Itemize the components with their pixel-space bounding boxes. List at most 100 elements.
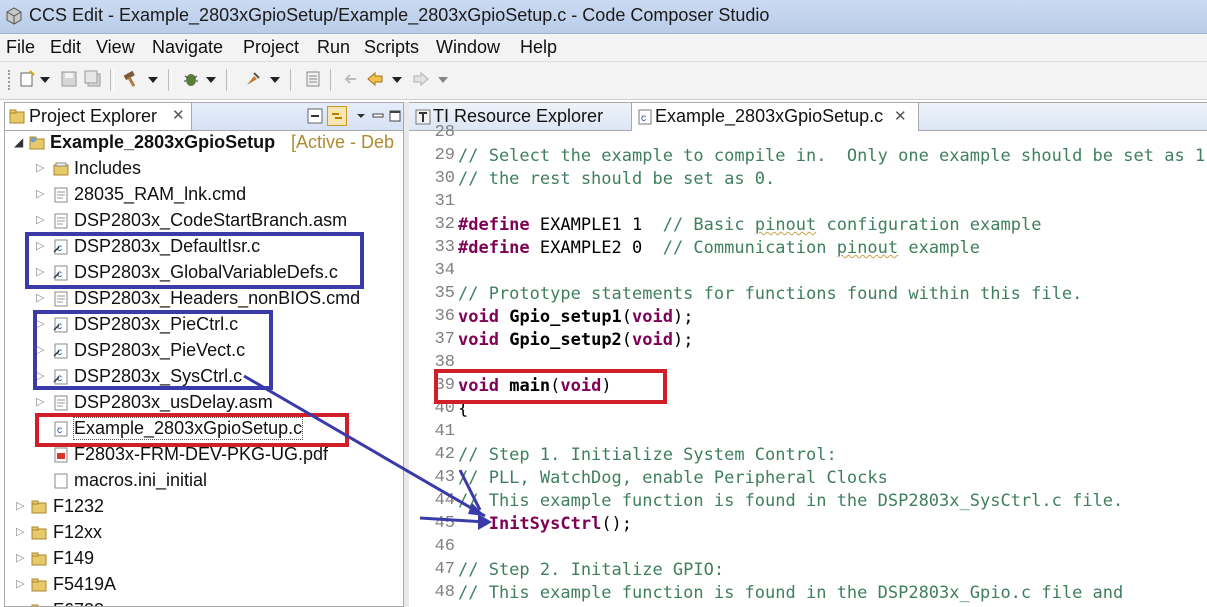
code-line[interactable]: #define EXAMPLE2 0 // Communication pino… — [458, 238, 980, 258]
code-line[interactable]: void Gpio_setup2(void); — [458, 330, 693, 350]
tree-item[interactable]: ▷ c DSP2803x_SysCtrl.c — [5, 365, 403, 391]
debug-bug-icon[interactable] — [182, 70, 200, 88]
toolbar-grip[interactable] — [8, 70, 13, 90]
code-line[interactable]: void Gpio_setup1(void); — [458, 307, 693, 327]
tree-item-label: DSP2803x_PieVect.c — [74, 340, 246, 360]
close-icon[interactable]: ✕ — [172, 106, 185, 124]
menu-window[interactable]: Window — [436, 37, 500, 58]
svg-text:c: c — [57, 425, 62, 436]
new-icon[interactable] — [18, 70, 36, 88]
tab-example-gpio-setup-c[interactable]: c Example_2803xGpioSetup.c ✕ — [631, 103, 919, 131]
project-label: F6723 — [53, 600, 104, 606]
build-hammer-icon[interactable] — [122, 70, 140, 88]
open-perspective-icon[interactable] — [304, 70, 322, 88]
menu-run[interactable]: Run — [317, 37, 350, 58]
project-row[interactable]: ▷ F12xx — [5, 521, 403, 547]
code-line[interactable]: // Select the example to compile in. Onl… — [458, 146, 1205, 166]
close-tab-icon[interactable]: ✕ — [894, 107, 907, 125]
collapsed-arrow-icon[interactable]: ▷ — [16, 577, 24, 590]
maximize-icon[interactable] — [387, 108, 403, 124]
collapsed-arrow-icon[interactable]: ▷ — [36, 291, 44, 304]
menu-project[interactable]: Project — [243, 37, 299, 58]
project-explorer-panel: Project Explorer ✕ ◢ Example_2803xGpioSe… — [4, 102, 404, 607]
collapsed-arrow-icon[interactable]: ▷ — [16, 551, 24, 564]
project-icon — [29, 136, 45, 150]
project-root-row[interactable]: ◢ Example_2803xGpioSetup [Active - Deb — [5, 131, 403, 157]
collapsed-arrow-icon[interactable]: ▷ — [36, 213, 44, 226]
tree-item-label: DSP2803x_CodeStartBranch.asm — [74, 210, 348, 230]
tree-item[interactable]: ▷ DSP2803x_Headers_nonBIOS.cmd — [5, 287, 403, 313]
code-line[interactable]: #define EXAMPLE1 1 // Basic pinout confi… — [458, 215, 1041, 235]
tree-item[interactable]: ▷ c DSP2803x_PieVect.c — [5, 339, 403, 365]
line-number: 28 — [434, 123, 455, 142]
menu-edit[interactable]: Edit — [50, 37, 81, 58]
project-row[interactable]: ▷ F5419A — [5, 573, 403, 599]
tree-item[interactable]: ▷ c DSP2803x_DefaultIsr.c — [5, 235, 403, 261]
tree-item[interactable]: ▷F2803x-FRM-DEV-PKG-UG.pdf — [5, 443, 403, 469]
back-dropdown-icon[interactable] — [392, 77, 402, 83]
tab-project-explorer[interactable]: Project Explorer ✕ — [5, 103, 192, 130]
new-dropdown-icon[interactable] — [40, 77, 50, 83]
line-number: 33 — [434, 238, 455, 257]
line-number: 36 — [434, 307, 455, 326]
link-with-editor-icon[interactable] — [327, 106, 347, 126]
code-line[interactable]: // the rest should be set as 0. — [458, 169, 775, 189]
forward-arrow-icon[interactable] — [412, 70, 430, 88]
collapsed-arrow-icon[interactable]: ▷ — [16, 499, 24, 512]
code-line[interactable]: void main(void) — [458, 376, 612, 396]
collapsed-arrow-icon[interactable]: ▷ — [36, 317, 44, 330]
code-line[interactable]: // PLL, WatchDog, enable Peripheral Cloc… — [458, 468, 888, 488]
project-explorer-tabbar: Project Explorer ✕ — [5, 103, 403, 131]
code-line[interactable]: // This example function is found in the… — [458, 583, 1123, 603]
menu-scripts[interactable]: Scripts — [364, 37, 419, 58]
code-line[interactable]: InitSysCtrl(); — [458, 514, 632, 534]
debug-dropdown-icon[interactable] — [206, 77, 216, 83]
project-row[interactable]: ▷ F6723 — [5, 599, 403, 606]
flash-dropdown-icon[interactable] — [270, 77, 280, 83]
menu-help[interactable]: Help — [520, 37, 557, 58]
tree-item[interactable]: ▷ c DSP2803x_PieCtrl.c — [5, 313, 403, 339]
minimize-icon[interactable] — [370, 108, 386, 124]
collapsed-arrow-icon[interactable]: ▷ — [36, 187, 44, 200]
collapsed-arrow-icon[interactable]: ▷ — [36, 161, 44, 174]
build-dropdown-icon[interactable] — [148, 77, 158, 83]
collapsed-arrow-icon[interactable]: ▷ — [16, 525, 24, 538]
tree-item[interactable]: ▷macros.ini_initial — [5, 469, 403, 495]
tree-item[interactable]: ▷cExample_2803xGpioSetup.c — [5, 417, 403, 443]
code-line[interactable]: // This example function is found in the… — [458, 491, 1123, 511]
collapsed-arrow-icon[interactable]: ▷ — [36, 343, 44, 356]
menu-navigate[interactable]: Navigate — [152, 37, 223, 58]
collapsed-arrow-icon[interactable]: ▷ — [36, 265, 44, 278]
view-menu-icon[interactable] — [353, 108, 369, 124]
tree-item[interactable]: ▷ DSP2803x_CodeStartBranch.asm — [5, 209, 403, 235]
save-icon[interactable] — [60, 70, 78, 88]
menu-file[interactable]: File — [6, 37, 35, 58]
code-line[interactable]: { — [458, 399, 468, 419]
code-line[interactable]: // Prototype statements for functions fo… — [458, 284, 1082, 304]
menu-view[interactable]: View — [96, 37, 135, 58]
back-arrow-icon[interactable] — [366, 70, 384, 88]
tree-item[interactable]: ▷ DSP2803x_usDelay.asm — [5, 391, 403, 417]
code-line[interactable]: // Step 2. Initalize GPIO: — [458, 560, 724, 580]
asm-file-icon — [54, 395, 68, 411]
tree-item[interactable]: ▷ 28035_RAM_lnk.cmd — [5, 183, 403, 209]
project-label: F1232 — [53, 496, 105, 516]
flash-tool-icon[interactable] — [244, 70, 262, 88]
expanded-arrow-icon[interactable]: ◢ — [14, 135, 23, 149]
collapsed-arrow-icon[interactable]: ▷ — [16, 603, 24, 606]
tree-item[interactable]: ▷ Includes — [5, 157, 403, 183]
collapsed-arrow-icon[interactable]: ▷ — [36, 395, 44, 408]
save-all-icon[interactable] — [84, 70, 102, 88]
collapse-all-icon[interactable] — [307, 108, 323, 124]
collapsed-arrow-icon[interactable]: ▷ — [36, 239, 44, 252]
last-edit-location-icon[interactable] — [342, 70, 360, 88]
project-folder-icon — [31, 552, 47, 566]
project-row[interactable]: ▷ F149 — [5, 547, 403, 573]
collapsed-arrow-icon[interactable]: ▷ — [36, 369, 44, 382]
forward-dropdown-icon[interactable] — [438, 77, 448, 83]
code-line[interactable]: // Step 1. Initialize System Control: — [458, 445, 837, 465]
tree-item[interactable]: ▷ c DSP2803x_GlobalVariableDefs.c — [5, 261, 403, 287]
toolbar-separator — [330, 69, 334, 91]
project-folder-icon — [31, 604, 39, 606]
project-row[interactable]: ▷ F1232 — [5, 495, 403, 521]
